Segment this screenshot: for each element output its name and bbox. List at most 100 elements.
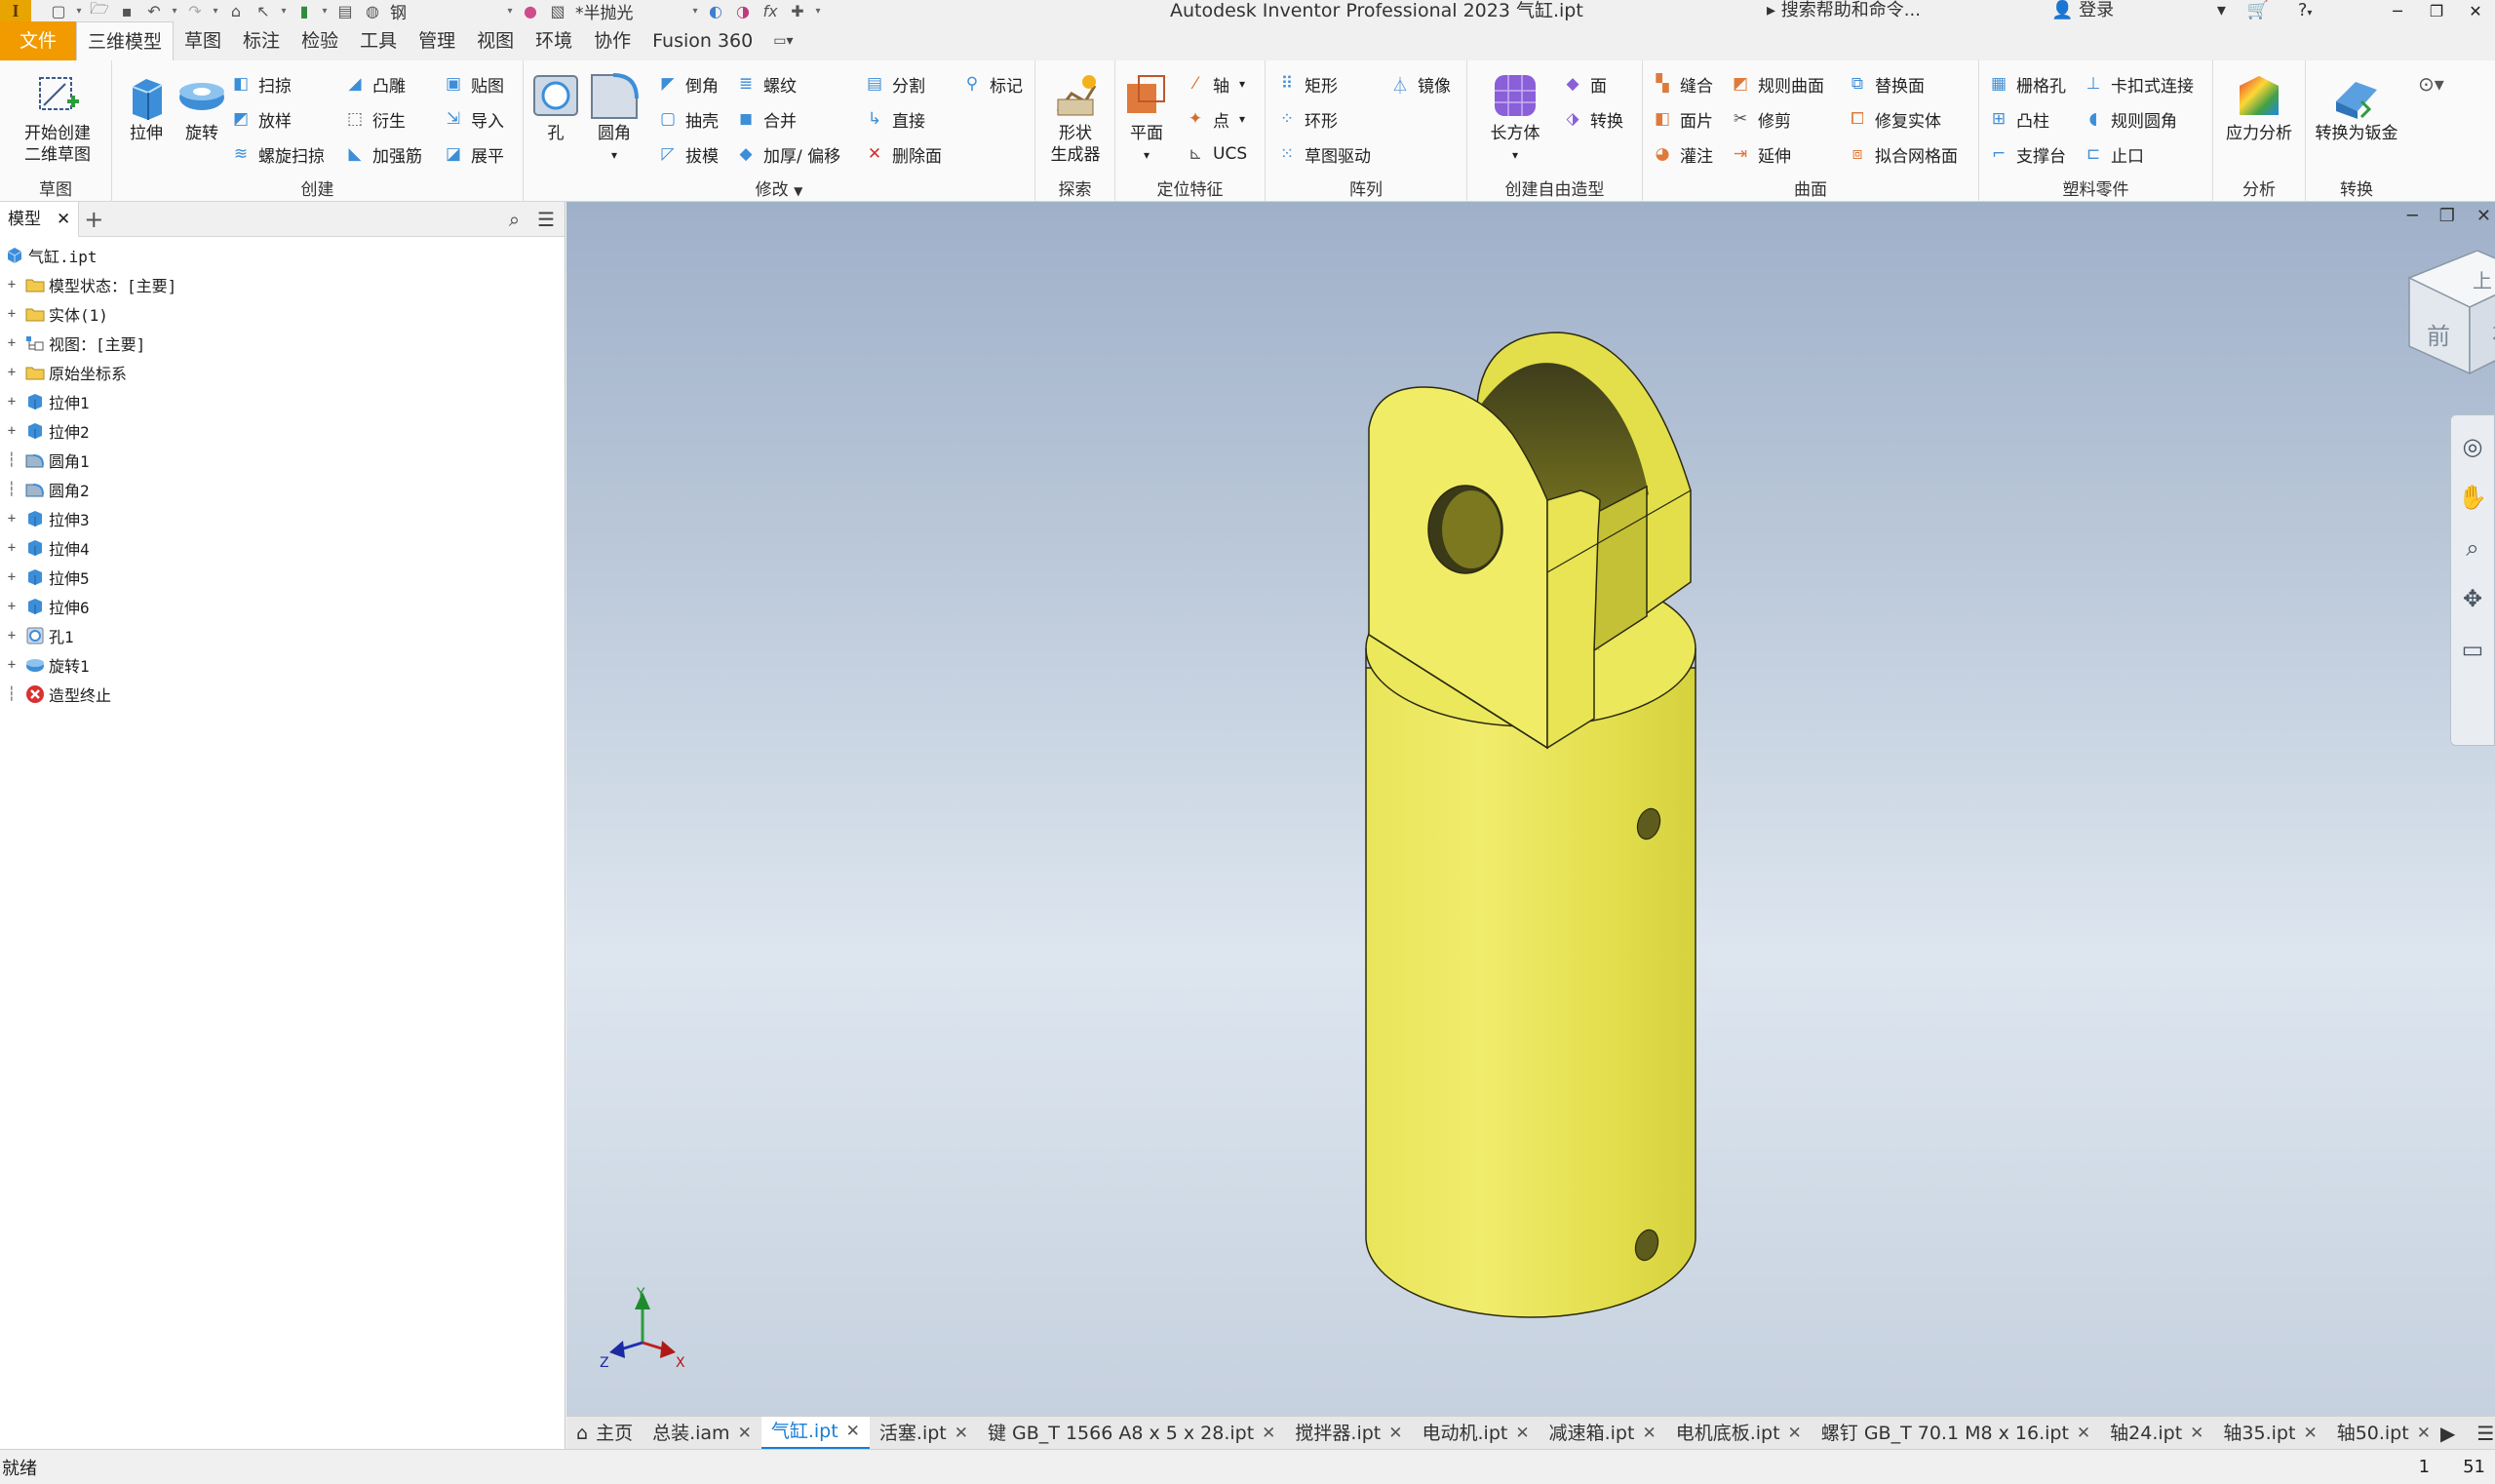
chamfer-button[interactable]: ◤ 倒角 <box>656 69 719 98</box>
fillet-button[interactable]: 圆角 ▾ <box>582 70 646 166</box>
tree-node[interactable]: + 拉伸6 <box>0 592 565 621</box>
document-tab[interactable]: 键 GB_T 1566 A8 x 5 x 28.ipt ✕ <box>978 1417 1285 1450</box>
ribbon-options-icon[interactable]: ⊙▾ <box>2418 72 2444 96</box>
appearance-dropdown-icon[interactable]: ▾ <box>688 0 702 21</box>
tree-node[interactable]: + 拉伸2 <box>0 416 565 446</box>
document-tab[interactable]: ⌂ 主页 <box>566 1417 643 1450</box>
cart-icon[interactable]: 🛒 <box>2247 0 2269 20</box>
coil-button[interactable]: ≋ 螺旋扫掠 <box>229 139 325 169</box>
select-icon[interactable]: ↖ <box>250 0 277 21</box>
save-icon[interactable]: ▪ <box>113 0 140 21</box>
help-search-box[interactable]: ▸ 搜索帮助和命令... <box>1767 0 1921 21</box>
thicken-offset-button[interactable]: ◆ 加厚/ 偏移 <box>734 139 840 169</box>
tree-node[interactable]: 气缸.ipt <box>0 241 565 270</box>
stress-analysis-button[interactable]: 应力分析 <box>2217 70 2301 144</box>
document-tab[interactable]: 总装.iam ✕ <box>643 1417 761 1450</box>
appearance-select[interactable]: *半抛光 <box>571 0 688 23</box>
update-icon[interactable]: ▮ <box>291 0 318 21</box>
new-file-icon[interactable]: ▢ <box>45 0 72 21</box>
select-dropdown-icon[interactable]: ▾ <box>277 0 291 21</box>
viewcube[interactable]: 上 前 右 <box>2407 250 2495 375</box>
document-tab[interactable]: 气缸.ipt ✕ <box>760 1415 870 1450</box>
update-dropdown-icon[interactable]: ▾ <box>318 0 331 21</box>
document-tab[interactable]: 电机底板.ipt ✕ <box>1666 1417 1812 1450</box>
minimize-icon[interactable]: ─ <box>2378 0 2417 21</box>
look-at-icon[interactable]: ▭ <box>2462 636 2484 663</box>
login-dropdown-icon[interactable]: ▾ <box>2217 0 2226 20</box>
grill-button[interactable]: ▦ 栅格孔 <box>1987 69 2066 98</box>
tree-node[interactable]: + 拉伸1 <box>0 387 565 416</box>
document-tab[interactable]: 搅拌器.ipt ✕ <box>1285 1417 1412 1450</box>
tree-node[interactable]: + 孔1 <box>0 621 565 650</box>
lip-button[interactable]: ⊏ 止口 <box>2082 139 2144 169</box>
replace-face-button[interactable]: ⧉ 替换面 <box>1846 69 1925 98</box>
tab-inspect[interactable]: 检验 <box>291 21 349 60</box>
browser-menu-icon[interactable]: ☰ <box>537 208 555 231</box>
login-button[interactable]: 👤 登录 ▾ 🛒 ?▾ <box>2051 0 2312 21</box>
expand-plus-icon[interactable]: + <box>5 541 19 555</box>
extend-button[interactable]: ⇥ 延伸 <box>1729 139 1791 169</box>
tree-node[interactable]: + 视图：[主要] <box>0 329 565 358</box>
delete-face-button[interactable]: ✕ 删除面 <box>863 139 942 169</box>
snap-fit-button[interactable]: ⊥ 卡扣式连接 <box>2082 69 2194 98</box>
close-tab-icon[interactable]: ✕ <box>2190 1417 2203 1450</box>
tab-manage[interactable]: 管理 <box>408 21 466 60</box>
tab-fusion360[interactable]: Fusion 360 <box>642 21 763 60</box>
expand-plus-icon[interactable]: + <box>5 307 19 321</box>
undo-dropdown-icon[interactable]: ▾ <box>168 0 181 21</box>
close-tab-icon[interactable]: ✕ <box>1642 1417 1656 1450</box>
tab-list-menu-icon[interactable]: ☰ <box>2476 1422 2494 1445</box>
shell-button[interactable]: ▢ 抽壳 <box>656 104 719 134</box>
fillet-dropdown-icon[interactable]: ▾ <box>611 144 617 166</box>
clear-appearance-icon[interactable]: ◑ <box>729 0 757 21</box>
expand-plus-icon[interactable]: + <box>5 629 19 643</box>
plane-button[interactable]: 平面 ▾ <box>1117 70 1176 166</box>
expand-plus-icon[interactable]: + <box>5 336 19 350</box>
zoom-icon[interactable]: ⌕ <box>2466 534 2478 562</box>
tree-node[interactable]: + 实体(1) <box>0 299 565 329</box>
steering-wheel-icon[interactable]: ◎ <box>2463 433 2483 460</box>
cylinder-part[interactable] <box>1365 332 1696 1318</box>
hole-button[interactable]: 孔 <box>526 70 585 144</box>
split-button[interactable]: ▤ 分割 <box>863 69 925 98</box>
scroll-tabs-right-icon[interactable]: ▶ <box>2440 1422 2455 1445</box>
add-icon[interactable]: ✚ <box>784 0 811 21</box>
point-button[interactable]: ✦ 点 ▾ <box>1184 104 1245 134</box>
close-tab-icon[interactable]: ✕ <box>1388 1417 1402 1450</box>
close-browser-tab-icon[interactable]: ✕ <box>57 202 70 237</box>
shape-generator-button[interactable]: 形状 生成器 <box>1043 70 1108 166</box>
freeform-convert-button[interactable]: ⬗ 转换 <box>1561 104 1623 134</box>
trim-button[interactable]: ✂ 修剪 <box>1729 104 1791 134</box>
ruled-surface-button[interactable]: ◩ 规则曲面 <box>1729 69 1824 98</box>
close-tab-icon[interactable]: ✕ <box>955 1417 968 1450</box>
close-tab-icon[interactable]: ✕ <box>2303 1417 2317 1450</box>
redo-icon[interactable]: ↷ <box>181 0 209 21</box>
redo-dropdown-icon[interactable]: ▾ <box>209 0 222 21</box>
document-tab[interactable]: 螺钉 GB_T 70.1 M8 x 16.ipt ✕ <box>1812 1417 2100 1450</box>
panel-label-modify[interactable]: 修改 ▼ <box>524 178 1034 202</box>
stitch-button[interactable]: ▚ 缝合 <box>1651 69 1713 98</box>
close-tab-icon[interactable]: ✕ <box>1262 1417 1275 1450</box>
tab-collaborate[interactable]: 协作 <box>583 21 642 60</box>
tab-sketch[interactable]: 草图 <box>174 21 232 60</box>
ucs-button[interactable]: ⊾ UCS <box>1184 139 1247 169</box>
close-tab-icon[interactable]: ✕ <box>738 1417 752 1450</box>
decal-button[interactable]: ▣ 贴图 <box>442 69 504 98</box>
material-dropdown-icon[interactable]: ▾ <box>503 0 517 21</box>
tree-node[interactable]: ┆ 造型终止 <box>0 680 565 709</box>
rest-button[interactable]: ⌐ 支撑台 <box>1987 139 2066 169</box>
tab-environments[interactable]: 环境 <box>525 21 583 60</box>
document-tab[interactable]: 减速箱.ipt ✕ <box>1540 1417 1666 1450</box>
rectangular-pattern-button[interactable]: ⠿ 矩形 <box>1275 69 1338 98</box>
extrude-button[interactable]: 拉伸 <box>117 70 175 144</box>
close-tab-icon[interactable]: ✕ <box>846 1415 860 1448</box>
document-tab[interactable]: 电动机.ipt ✕ <box>1413 1417 1540 1450</box>
patch-button[interactable]: ◧ 面片 <box>1651 104 1713 134</box>
ribbon-display-toggle-icon[interactable]: ▭▾ <box>763 21 802 60</box>
mirror-button[interactable]: ⏃ 镜像 <box>1388 69 1452 98</box>
document-tab[interactable]: 轴35.ipt ✕ <box>2213 1417 2326 1450</box>
emboss-button[interactable]: ◢ 凸雕 <box>343 69 406 98</box>
tree-node[interactable]: ┆ 圆角2 <box>0 475 565 504</box>
mark-button[interactable]: ⚲ 标记 <box>960 69 1023 98</box>
restore-icon[interactable]: ❐ <box>2417 0 2456 21</box>
